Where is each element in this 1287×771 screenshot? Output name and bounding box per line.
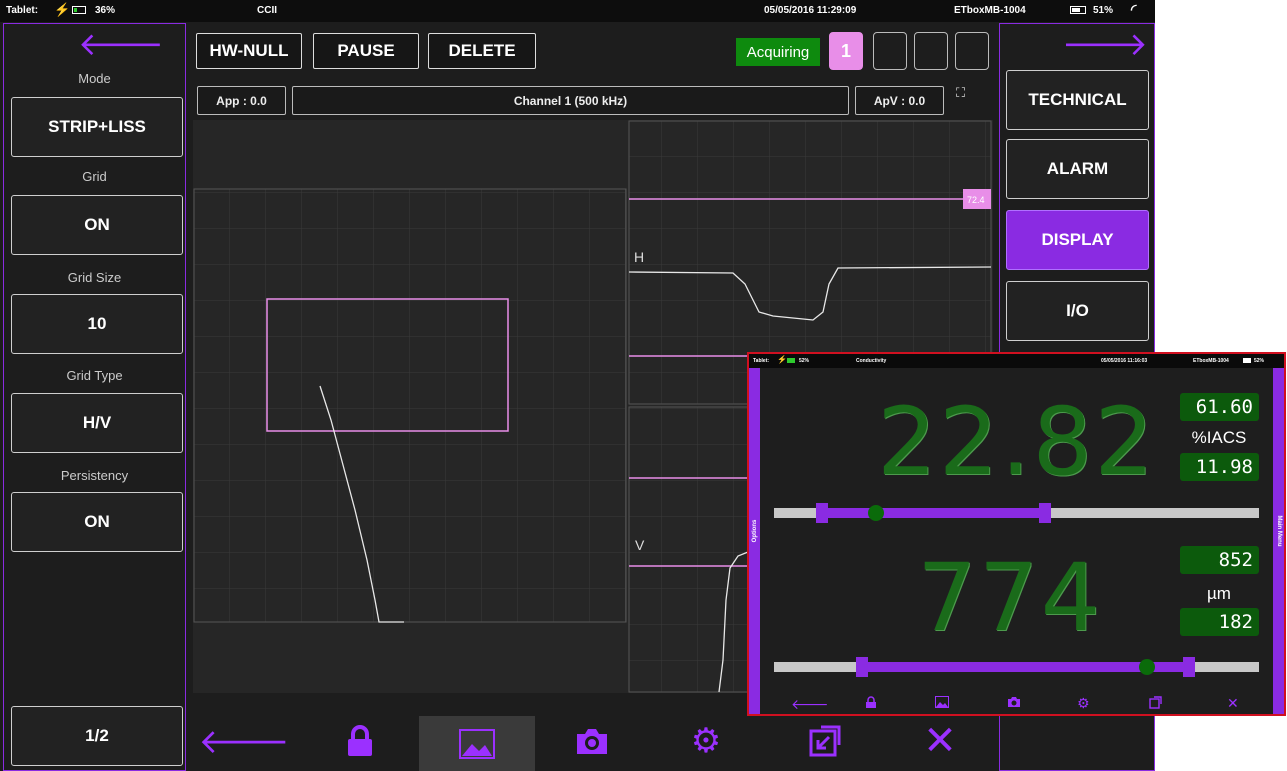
main-menu-tab-label: Main Menu — [1276, 515, 1282, 547]
persistency-button[interactable]: ON — [11, 492, 183, 552]
battery-level: 36% — [95, 5, 116, 16]
channel-1-button[interactable]: 1 — [829, 32, 863, 70]
io-button[interactable]: I/O — [1006, 281, 1149, 341]
conductivity-overlay: Tablet: ⚡ 52% Conductivity 05/05/2016 11… — [747, 352, 1286, 716]
overlay-battery-icon — [787, 358, 795, 363]
conductivity-slider[interactable] — [774, 503, 1259, 523]
lock-icon[interactable] — [330, 716, 390, 766]
channel-3-button[interactable] — [914, 32, 948, 70]
device-label: Tablet: — [6, 5, 39, 16]
overlay-camera-icon[interactable] — [1007, 696, 1021, 712]
mode-button[interactable]: STRIP+LISS — [11, 97, 183, 157]
overlay-gear-icon[interactable]: ⚙ — [1077, 696, 1090, 712]
channel-4-button[interactable] — [955, 32, 989, 70]
main-menu-tab[interactable]: Main Menu — [1273, 368, 1284, 714]
probe-name: CCII — [257, 5, 277, 16]
options-tab-label: Options — [752, 519, 758, 543]
wifi-icon: ◜ — [1131, 1, 1137, 17]
h-strip-label: H — [634, 249, 644, 265]
display-button[interactable]: DISPLAY — [1006, 210, 1149, 270]
overlay-mode-name: Conductivity — [856, 358, 887, 364]
channel-2-button[interactable] — [873, 32, 907, 70]
overlay-battery2-level: 52% — [1254, 358, 1265, 364]
acquiring-badge: Acquiring — [736, 38, 820, 66]
app-readout: App : 0.0 — [197, 86, 286, 115]
apv-readout: ApV : 0.0 — [855, 86, 944, 115]
overlay-image-icon[interactable] — [935, 696, 949, 712]
overlay-close-icon[interactable]: ✕ — [1227, 696, 1239, 712]
conductivity-slider-marker — [867, 505, 884, 521]
page-button[interactable]: 1/2 — [11, 706, 183, 766]
close-icon[interactable]: ✕ — [910, 716, 970, 766]
thickness-slider-marker — [1139, 659, 1156, 675]
datetime: 05/05/2016 11:29:09 — [764, 5, 857, 16]
options-tab[interactable]: Options — [749, 368, 760, 714]
grid-type-label: Grid Type — [66, 368, 123, 383]
overlay-battery2-icon — [1243, 358, 1251, 363]
battery2-level: 51% — [1093, 5, 1114, 16]
left-panel: 🡐 Mode STRIP+LISS Grid ON Grid Size 10 G… — [3, 23, 186, 771]
grid-button[interactable]: ON — [11, 195, 183, 255]
screenshot-image-icon[interactable] — [419, 716, 535, 771]
thickness-unit: µm — [1207, 584, 1231, 603]
persistency-label: Persistency — [60, 468, 129, 483]
grid-size-label: Grid Size — [67, 270, 122, 285]
conductivity-max: 61.60 — [1180, 393, 1259, 421]
overlay-battery-level: 52% — [799, 358, 810, 364]
alarm-button[interactable]: ALARM — [1006, 139, 1149, 199]
overlay-datetime: 05/05/2016 11:16:03 — [1101, 358, 1148, 364]
back-icon[interactable]: 🡐 — [198, 716, 289, 766]
battery-icon — [72, 6, 86, 14]
conductivity-range-bar — [819, 508, 1044, 518]
grid-type-button[interactable]: H/V — [11, 393, 183, 453]
overlay-device-label: Tablet: — [753, 358, 770, 364]
status-bar: Tablet: ⚡ 36% CCII 05/05/2016 11:29:09 E… — [0, 0, 1155, 22]
back-arrow-icon[interactable]: 🡐 — [78, 28, 164, 60]
conductivity-unit: %IACS — [1191, 428, 1247, 447]
thickness-range-high-handle[interactable] — [1183, 657, 1195, 677]
thickness-range-low-handle[interactable] — [856, 657, 868, 677]
overlay-lock-icon[interactable] — [865, 696, 877, 712]
export-icon[interactable] — [795, 716, 855, 766]
thickness-reading: 774 — [917, 544, 1103, 653]
grid-label: Grid — [82, 169, 107, 184]
conductivity-range-high-handle[interactable] — [1039, 503, 1051, 523]
charging-icon: ⚡ — [54, 2, 71, 17]
thickness-max: 852 — [1180, 546, 1259, 574]
overlay-charging-icon: ⚡ — [777, 355, 787, 364]
lissajous-plot[interactable] — [193, 188, 627, 623]
grid-size-button[interactable]: 10 — [11, 294, 183, 354]
channel-title: Channel 1 (500 kHz) — [292, 86, 849, 115]
delete-button[interactable]: DELETE — [428, 33, 536, 69]
conductivity-min: 11.98 — [1180, 453, 1259, 481]
conductivity-range-low-handle[interactable] — [816, 503, 828, 523]
mode-label: Mode — [78, 71, 111, 86]
v-strip-label: V — [635, 537, 645, 553]
overlay-export-icon[interactable] — [1149, 696, 1162, 713]
hw-null-button[interactable]: HW-NULL — [196, 33, 302, 69]
alarm-tag-text: 72.4 — [967, 195, 985, 205]
camera-icon[interactable] — [562, 716, 622, 766]
thickness-slider[interactable] — [774, 657, 1259, 677]
thickness-min: 182 — [1180, 608, 1259, 636]
instrument-name: ETboxMB-1004 — [954, 5, 1026, 16]
pause-button[interactable]: PAUSE — [313, 33, 419, 69]
overlay-back-icon[interactable]: 🡐 — [791, 696, 829, 713]
fullscreen-icon[interactable]: ⛶ — [956, 87, 965, 100]
conductivity-reading: 22.82 — [877, 388, 1157, 497]
overlay-status-bar: Tablet: ⚡ 52% Conductivity 05/05/2016 11… — [749, 354, 1284, 368]
settings-gear-icon[interactable]: ⚙ — [676, 716, 736, 766]
overlay-instrument: ETboxMB-1004 — [1193, 358, 1229, 364]
battery2-icon — [1070, 6, 1086, 14]
forward-arrow-icon[interactable]: 🡒 — [1062, 28, 1148, 60]
technical-button[interactable]: TECHNICAL — [1006, 70, 1149, 130]
